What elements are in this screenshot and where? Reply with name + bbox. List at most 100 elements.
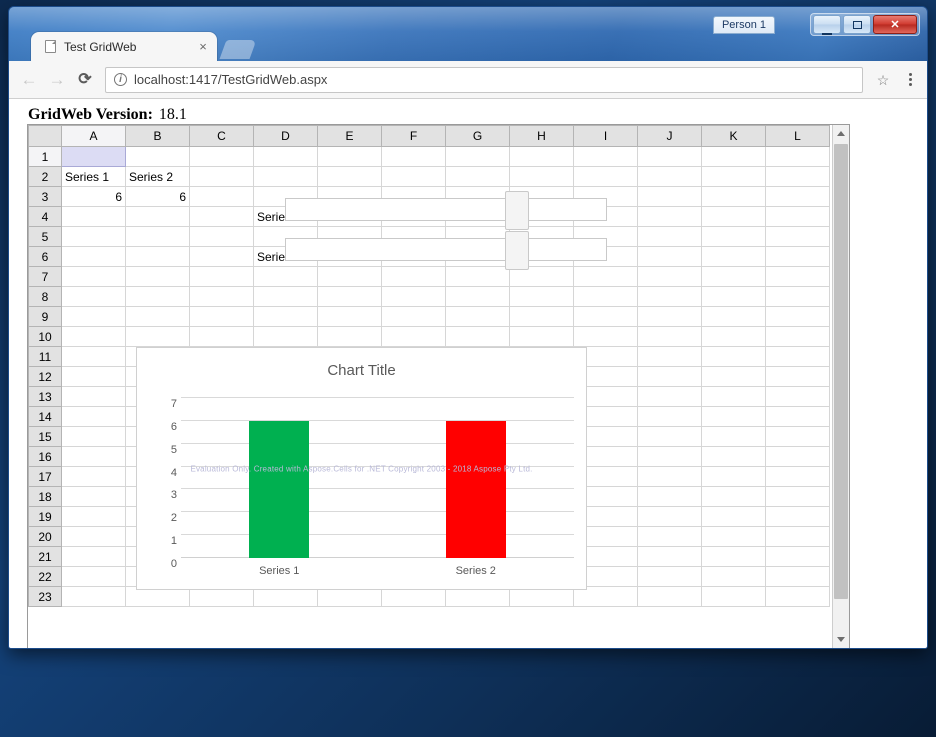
cell-g10[interactable] xyxy=(445,326,510,347)
cell-k17[interactable] xyxy=(701,466,766,487)
cell-c8[interactable] xyxy=(189,286,254,307)
cell-j9[interactable] xyxy=(637,306,702,327)
cell-d10[interactable] xyxy=(253,326,318,347)
cell-h1[interactable] xyxy=(509,146,574,167)
cell-f7[interactable] xyxy=(381,266,446,287)
gridweb-grid[interactable]: ABCDEFGHIJKL 1 2 Series 1 Series 2 3 6 6 4 Serie… xyxy=(27,124,850,648)
cell-l16[interactable] xyxy=(765,446,830,467)
cell-b5[interactable] xyxy=(125,226,190,247)
row-header-19[interactable]: 19 xyxy=(28,506,62,527)
cell-a20[interactable] xyxy=(61,526,126,547)
cell-j19[interactable] xyxy=(637,506,702,527)
cell-j4[interactable] xyxy=(637,206,702,227)
row-header-7[interactable]: 7 xyxy=(28,266,62,287)
cell-k15[interactable] xyxy=(701,426,766,447)
cell-i9[interactable] xyxy=(573,306,638,327)
cell-a2[interactable]: Series 1 xyxy=(61,166,126,187)
cell-l1[interactable] xyxy=(765,146,830,167)
cell-l2[interactable] xyxy=(765,166,830,187)
cell-k2[interactable] xyxy=(701,166,766,187)
cell-a15[interactable] xyxy=(61,426,126,447)
row-header-18[interactable]: 18 xyxy=(28,486,62,507)
cell-e7[interactable] xyxy=(317,266,382,287)
series-2-scrollbar-thumb[interactable] xyxy=(505,231,529,270)
cell-a21[interactable] xyxy=(61,546,126,567)
cell-j8[interactable] xyxy=(637,286,702,307)
cell-c6[interactable] xyxy=(189,246,254,267)
cell-c5[interactable] xyxy=(189,226,254,247)
cell-i8[interactable] xyxy=(573,286,638,307)
cell-c1[interactable] xyxy=(189,146,254,167)
cell-i1[interactable] xyxy=(573,146,638,167)
cell-h9[interactable] xyxy=(509,306,574,327)
cell-j5[interactable] xyxy=(637,226,702,247)
cell-a12[interactable] xyxy=(61,366,126,387)
grid-vertical-scrollbar[interactable] xyxy=(832,125,849,648)
row-header-15[interactable]: 15 xyxy=(28,426,62,447)
column-header-i[interactable]: I xyxy=(573,125,638,147)
cell-l11[interactable] xyxy=(765,346,830,367)
cell-a18[interactable] xyxy=(61,486,126,507)
column-header-a[interactable]: A xyxy=(61,125,126,147)
cell-j7[interactable] xyxy=(637,266,702,287)
cell-k13[interactable] xyxy=(701,386,766,407)
column-header-c[interactable]: C xyxy=(189,125,254,147)
tab-close-icon[interactable]: × xyxy=(195,39,211,55)
cell-a3[interactable]: 6 xyxy=(61,186,126,207)
bookmark-button[interactable]: ☆ xyxy=(871,66,899,94)
cell-i2[interactable] xyxy=(573,166,638,187)
series-1-scrollbar[interactable] xyxy=(285,191,607,230)
cell-j15[interactable] xyxy=(637,426,702,447)
cell-k12[interactable] xyxy=(701,366,766,387)
row-header-1[interactable]: 1 xyxy=(28,146,62,167)
cell-a23[interactable] xyxy=(61,586,126,607)
cell-j21[interactable] xyxy=(637,546,702,567)
cell-a22[interactable] xyxy=(61,566,126,587)
cell-k6[interactable] xyxy=(701,246,766,267)
cell-k23[interactable] xyxy=(701,586,766,607)
cell-k19[interactable] xyxy=(701,506,766,527)
cell-a7[interactable] xyxy=(61,266,126,287)
cell-a1[interactable] xyxy=(61,146,126,167)
scroll-up-button[interactable] xyxy=(833,125,849,142)
cell-f8[interactable] xyxy=(381,286,446,307)
cell-k9[interactable] xyxy=(701,306,766,327)
vertical-scrollbar-thumb[interactable] xyxy=(834,144,848,599)
cell-e2[interactable] xyxy=(317,166,382,187)
cell-g8[interactable] xyxy=(445,286,510,307)
cell-k5[interactable] xyxy=(701,226,766,247)
cell-j20[interactable] xyxy=(637,526,702,547)
cell-g9[interactable] xyxy=(445,306,510,327)
row-header-5[interactable]: 5 xyxy=(28,226,62,247)
cell-f9[interactable] xyxy=(381,306,446,327)
forward-button[interactable]: → xyxy=(43,66,71,94)
cell-e8[interactable] xyxy=(317,286,382,307)
column-header-h[interactable]: H xyxy=(509,125,574,147)
cell-e10[interactable] xyxy=(317,326,382,347)
cell-b6[interactable] xyxy=(125,246,190,267)
browser-menu-button[interactable] xyxy=(899,73,921,86)
cell-l6[interactable] xyxy=(765,246,830,267)
reload-button[interactable]: ⟳ xyxy=(71,66,99,94)
cell-a10[interactable] xyxy=(61,326,126,347)
address-bar[interactable]: i localhost:1417/TestGridWeb.aspx xyxy=(105,66,863,93)
cell-j14[interactable] xyxy=(637,406,702,427)
chart-bar-2[interactable] xyxy=(445,420,506,558)
cell-c7[interactable] xyxy=(189,266,254,287)
row-header-13[interactable]: 13 xyxy=(28,386,62,407)
cell-l18[interactable] xyxy=(765,486,830,507)
cell-l22[interactable] xyxy=(765,566,830,587)
new-tab-button[interactable] xyxy=(219,40,257,59)
column-header-l[interactable]: L xyxy=(765,125,830,147)
row-header-14[interactable]: 14 xyxy=(28,406,62,427)
cell-f1[interactable] xyxy=(381,146,446,167)
cell-j10[interactable] xyxy=(637,326,702,347)
row-header-17[interactable]: 17 xyxy=(28,466,62,487)
cell-l3[interactable] xyxy=(765,186,830,207)
row-header-21[interactable]: 21 xyxy=(28,546,62,567)
cell-j12[interactable] xyxy=(637,366,702,387)
cell-g1[interactable] xyxy=(445,146,510,167)
cell-l23[interactable] xyxy=(765,586,830,607)
cell-a11[interactable] xyxy=(61,346,126,367)
cell-a9[interactable] xyxy=(61,306,126,327)
